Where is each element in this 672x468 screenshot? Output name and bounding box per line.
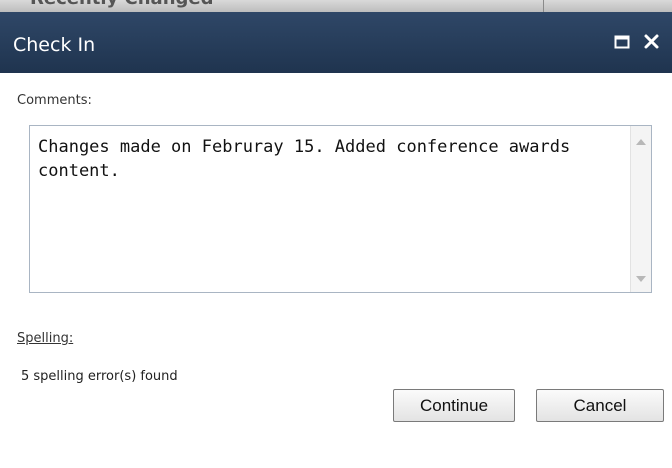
background-divider xyxy=(543,0,544,12)
comments-scrollbar[interactable] xyxy=(630,126,651,292)
spelling-link[interactable]: Spelling: xyxy=(17,331,73,346)
scroll-up-icon[interactable] xyxy=(636,139,646,145)
cancel-button[interactable]: Cancel xyxy=(536,389,664,422)
scroll-down-icon[interactable] xyxy=(636,276,646,282)
dialog-title-bar: Check In xyxy=(0,12,672,73)
comments-textarea[interactable]: Changes made on Februray 15. Added confe… xyxy=(29,125,652,293)
maximize-icon[interactable] xyxy=(614,34,630,50)
continue-button[interactable]: Continue xyxy=(393,389,515,422)
spelling-status: 5 spelling error(s) found xyxy=(21,369,178,384)
comments-label: Comments: xyxy=(17,93,92,108)
background-page-text: Recently Changed xyxy=(30,0,214,9)
comments-text[interactable]: Changes made on Februray 15. Added confe… xyxy=(38,135,623,183)
background-page-strip: Recently Changed xyxy=(0,0,672,12)
dialog-title: Check In xyxy=(13,34,96,56)
close-icon[interactable] xyxy=(643,33,660,50)
